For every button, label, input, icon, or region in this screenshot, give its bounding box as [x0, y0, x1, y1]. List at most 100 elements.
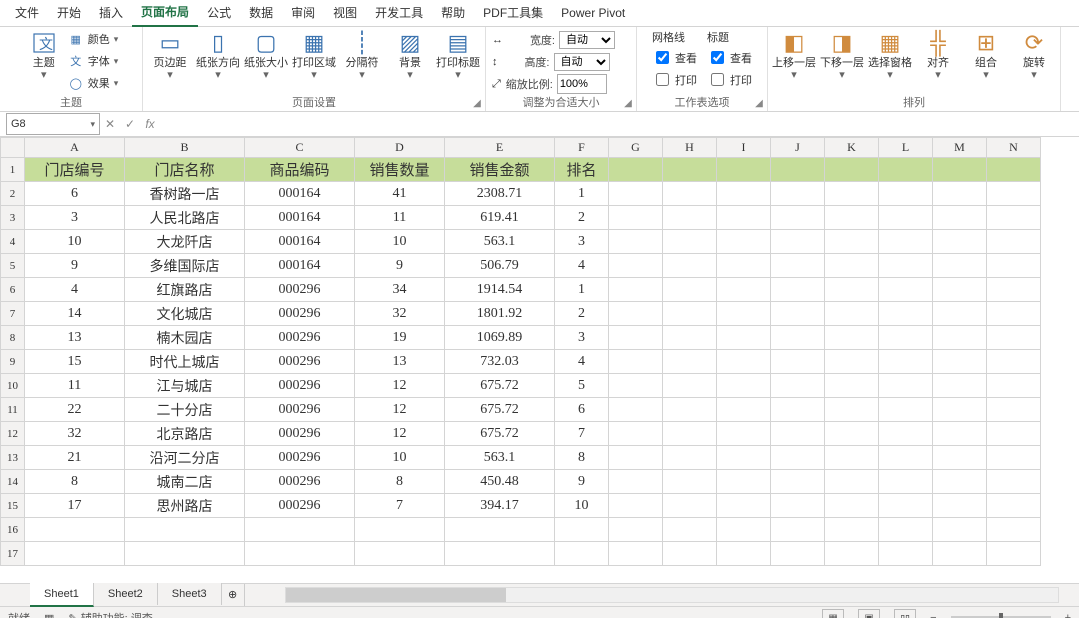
- cell-F6[interactable]: 1: [555, 278, 609, 302]
- menu-视图[interactable]: 视图: [324, 0, 366, 26]
- col-header-D[interactable]: D: [355, 138, 445, 158]
- cell-K15[interactable]: [825, 494, 879, 518]
- cell-L10[interactable]: [879, 374, 933, 398]
- arrange-1[interactable]: ◨下移一层▾: [820, 29, 864, 81]
- cell-J5[interactable]: [771, 254, 825, 278]
- cell-L7[interactable]: [879, 302, 933, 326]
- cell-L1[interactable]: [879, 158, 933, 182]
- row-header-13[interactable]: 13: [1, 446, 25, 470]
- cell-B2[interactable]: 香树路一店: [125, 182, 245, 206]
- cell-J2[interactable]: [771, 182, 825, 206]
- cell-H11[interactable]: [663, 398, 717, 422]
- cell-K3[interactable]: [825, 206, 879, 230]
- cell-G17[interactable]: [609, 542, 663, 566]
- cell-A11[interactable]: 22: [25, 398, 125, 422]
- cell-H4[interactable]: [663, 230, 717, 254]
- effects-button[interactable]: ◯效果▾: [68, 73, 119, 93]
- cell-M15[interactable]: [933, 494, 987, 518]
- col-header-H[interactable]: H: [663, 138, 717, 158]
- cell-K14[interactable]: [825, 470, 879, 494]
- pagesetup-6[interactable]: ▤打印标题▾: [436, 29, 480, 81]
- cell-L4[interactable]: [879, 230, 933, 254]
- row-header-15[interactable]: 15: [1, 494, 25, 518]
- cell-G8[interactable]: [609, 326, 663, 350]
- cell-H7[interactable]: [663, 302, 717, 326]
- row-header-3[interactable]: 3: [1, 206, 25, 230]
- cell-N3[interactable]: [987, 206, 1041, 230]
- cell-E5[interactable]: 506.79: [445, 254, 555, 278]
- cell-C16[interactable]: [245, 518, 355, 542]
- normal-view-button[interactable]: ▦: [822, 609, 844, 618]
- cell-L8[interactable]: [879, 326, 933, 350]
- cell-F2[interactable]: 1: [555, 182, 609, 206]
- cell-A3[interactable]: 3: [25, 206, 125, 230]
- cell-N7[interactable]: [987, 302, 1041, 326]
- menu-审阅[interactable]: 审阅: [282, 0, 324, 26]
- cell-L3[interactable]: [879, 206, 933, 230]
- cell-C1[interactable]: 商品编码: [245, 158, 355, 182]
- col-header-N[interactable]: N: [987, 138, 1041, 158]
- cell-L6[interactable]: [879, 278, 933, 302]
- cell-B12[interactable]: 北京路店: [125, 422, 245, 446]
- pagebreak-view-button[interactable]: 凹: [894, 609, 916, 618]
- cell-F13[interactable]: 8: [555, 446, 609, 470]
- cell-D6[interactable]: 34: [355, 278, 445, 302]
- formula-input[interactable]: [160, 114, 1079, 134]
- col-header-I[interactable]: I: [717, 138, 771, 158]
- cell-B7[interactable]: 文化城店: [125, 302, 245, 326]
- menu-数据[interactable]: 数据: [240, 0, 282, 26]
- cell-D5[interactable]: 9: [355, 254, 445, 278]
- menu-插入[interactable]: 插入: [90, 0, 132, 26]
- cell-B13[interactable]: 沿河二分店: [125, 446, 245, 470]
- cell-F9[interactable]: 4: [555, 350, 609, 374]
- cell-G14[interactable]: [609, 470, 663, 494]
- cell-I3[interactable]: [717, 206, 771, 230]
- cell-I5[interactable]: [717, 254, 771, 278]
- cell-F15[interactable]: 10: [555, 494, 609, 518]
- cell-N10[interactable]: [987, 374, 1041, 398]
- cell-M10[interactable]: [933, 374, 987, 398]
- cell-C6[interactable]: 000296: [245, 278, 355, 302]
- sheet-tab-Sheet2[interactable]: Sheet2: [94, 583, 158, 605]
- cell-C11[interactable]: 000296: [245, 398, 355, 422]
- cell-M1[interactable]: [933, 158, 987, 182]
- col-header-E[interactable]: E: [445, 138, 555, 158]
- col-header-A[interactable]: A: [25, 138, 125, 158]
- cell-G5[interactable]: [609, 254, 663, 278]
- row-header-9[interactable]: 9: [1, 350, 25, 374]
- cell-D7[interactable]: 32: [355, 302, 445, 326]
- themes-button[interactable]: 文 主题▾: [24, 29, 64, 81]
- row-header-17[interactable]: 17: [1, 542, 25, 566]
- worksheet-grid[interactable]: ABCDEFGHIJKLMN1门店编号门店名称商品编码销售数量销售金额排名26香…: [0, 137, 1079, 583]
- menu-PDF工具集[interactable]: PDF工具集: [474, 0, 552, 26]
- cell-E16[interactable]: [445, 518, 555, 542]
- cell-F4[interactable]: 3: [555, 230, 609, 254]
- cell-I4[interactable]: [717, 230, 771, 254]
- cell-N12[interactable]: [987, 422, 1041, 446]
- cell-I15[interactable]: [717, 494, 771, 518]
- cell-D17[interactable]: [355, 542, 445, 566]
- cancel-formula-icon[interactable]: ✕: [100, 117, 120, 131]
- status-accessibility[interactable]: ✎ 辅助功能: 调查: [68, 610, 152, 618]
- cell-I7[interactable]: [717, 302, 771, 326]
- col-header-C[interactable]: C: [245, 138, 355, 158]
- cell-N14[interactable]: [987, 470, 1041, 494]
- row-header-16[interactable]: 16: [1, 518, 25, 542]
- cell-I9[interactable]: [717, 350, 771, 374]
- cell-H3[interactable]: [663, 206, 717, 230]
- cell-H6[interactable]: [663, 278, 717, 302]
- cell-E10[interactable]: 675.72: [445, 374, 555, 398]
- cell-H12[interactable]: [663, 422, 717, 446]
- page-setup-dialog-launcher[interactable]: ◢: [471, 97, 483, 109]
- cell-E3[interactable]: 619.41: [445, 206, 555, 230]
- cell-E14[interactable]: 450.48: [445, 470, 555, 494]
- pagelayout-view-button[interactable]: ▣: [858, 609, 880, 618]
- cell-L17[interactable]: [879, 542, 933, 566]
- cell-N6[interactable]: [987, 278, 1041, 302]
- cell-D16[interactable]: [355, 518, 445, 542]
- cell-M11[interactable]: [933, 398, 987, 422]
- cell-M16[interactable]: [933, 518, 987, 542]
- cell-N11[interactable]: [987, 398, 1041, 422]
- col-header-K[interactable]: K: [825, 138, 879, 158]
- cell-A4[interactable]: 10: [25, 230, 125, 254]
